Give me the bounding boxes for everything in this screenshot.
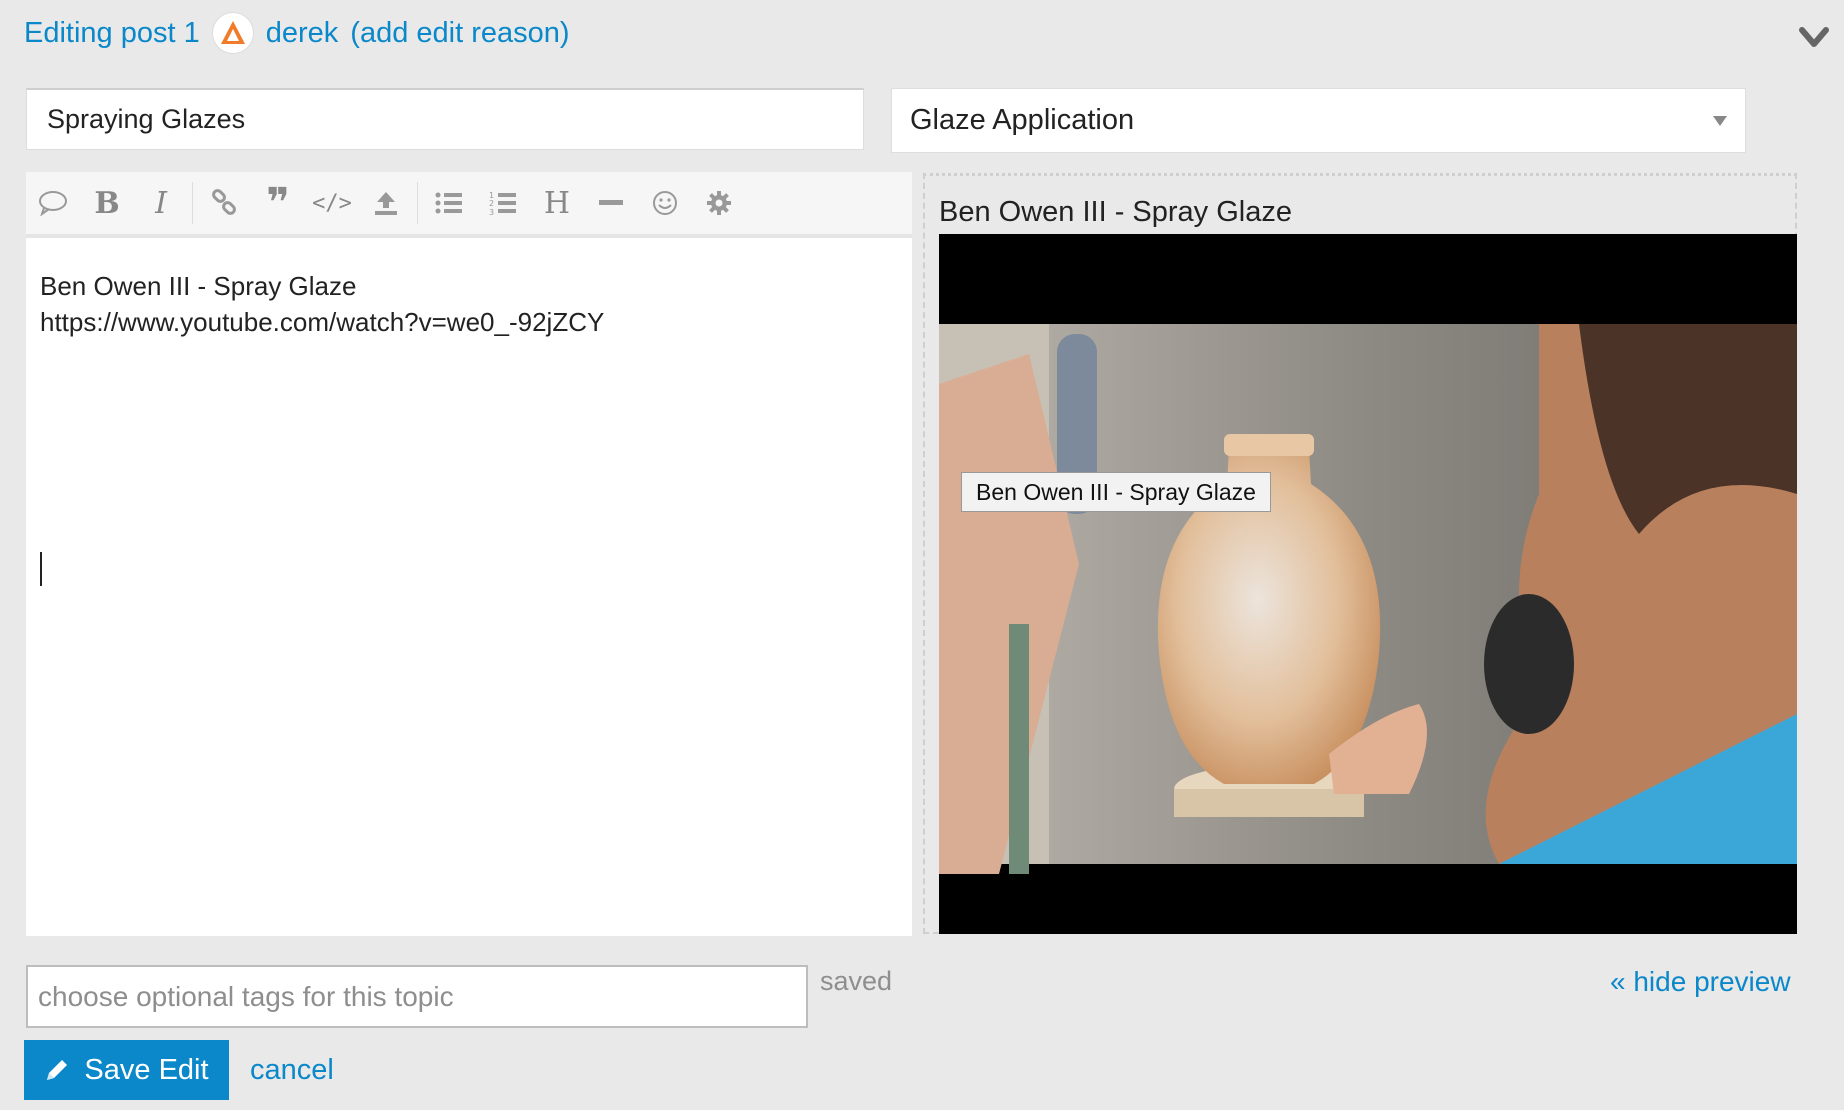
video-frame-image	[939, 324, 1797, 874]
bold-icon[interactable]: B	[80, 176, 134, 230]
horizontal-rule-icon[interactable]	[584, 176, 638, 230]
code-icon[interactable]: </>	[305, 176, 359, 230]
toolbar-divider	[417, 182, 418, 224]
quote-icon[interactable]	[26, 176, 80, 230]
italic-icon[interactable]: I	[134, 176, 188, 230]
editor-line: https://www.youtube.com/watch?v=we0_-92j…	[40, 307, 605, 337]
save-edit-label: Save Edit	[84, 1053, 209, 1086]
video-title-tooltip: Ben Owen III - Spray Glaze	[961, 472, 1271, 512]
tags-input[interactable]: choose optional tags for this topic	[26, 965, 808, 1028]
avatar-logo-icon	[220, 21, 245, 44]
editing-post-label: Editing post 1	[24, 16, 200, 49]
numbered-list-icon[interactable]: 123	[476, 176, 530, 230]
add-edit-reason-link[interactable]: (add edit reason)	[350, 17, 569, 50]
gear-icon[interactable]	[692, 176, 746, 230]
composer-header: Editing post 1 derek (add edit reason)	[24, 12, 570, 54]
category-dropdown[interactable]: Glaze Application	[891, 88, 1746, 153]
svg-text:3: 3	[489, 208, 494, 216]
preview-pane: Ben Owen III - Spray Glaze Ben Owen III …	[923, 173, 1797, 934]
hide-preview-link[interactable]: « hide preview	[1610, 966, 1791, 998]
author-name[interactable]: derek	[266, 17, 339, 50]
chevron-down-icon[interactable]	[1794, 18, 1834, 58]
youtube-video-thumbnail[interactable]: Ben Owen III - Spray Glaze	[939, 234, 1797, 934]
toolbar-divider	[192, 182, 193, 224]
markdown-editor[interactable]: B I ❞ </> 123 H Ben Owen III - Spray Gla…	[26, 172, 912, 936]
link-icon[interactable]	[197, 176, 251, 230]
emoji-icon[interactable]	[638, 176, 692, 230]
topic-title-value: Spraying Glazes	[47, 104, 246, 134]
topic-title-input[interactable]: Spraying Glazes	[26, 88, 864, 150]
saved-status: saved	[820, 966, 893, 996]
upload-icon[interactable]	[359, 176, 413, 230]
editor-line: Ben Owen III - Spray Glaze	[40, 271, 357, 301]
pencil-icon	[47, 1060, 68, 1080]
preview-video-title[interactable]: Ben Owen III - Spray Glaze	[939, 196, 1292, 229]
blockquote-icon[interactable]: ❞	[251, 176, 305, 230]
avatar[interactable]	[211, 12, 254, 54]
tags-placeholder: choose optional tags for this topic	[38, 980, 454, 1012]
text-cursor	[40, 552, 42, 586]
category-selected: Glaze Application	[910, 104, 1135, 136]
svg-text:2: 2	[489, 199, 494, 208]
bulleted-list-icon[interactable]	[422, 176, 476, 230]
editor-toolbar: B I ❞ </> 123 H	[26, 172, 912, 238]
heading-icon[interactable]: H	[530, 176, 584, 230]
save-edit-button[interactable]: Save Edit	[24, 1040, 229, 1100]
editor-content[interactable]: Ben Owen III - Spray Glaze https://www.y…	[40, 268, 604, 340]
cancel-link[interactable]: cancel	[250, 1054, 334, 1087]
caret-down-icon	[1713, 115, 1727, 126]
